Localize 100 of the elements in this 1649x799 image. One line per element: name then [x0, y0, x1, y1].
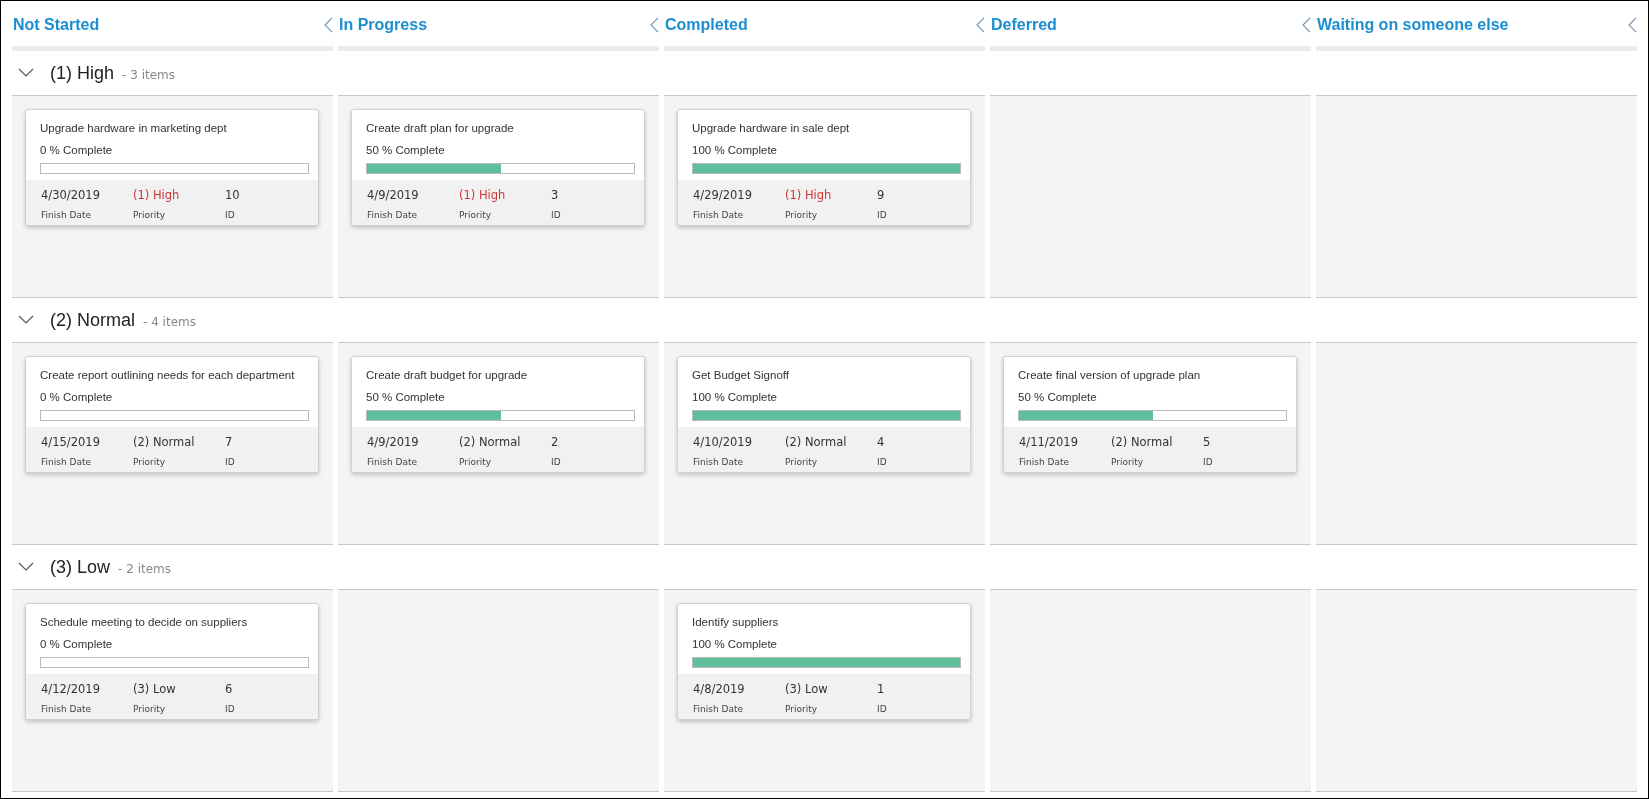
field-value: 4/11/2019	[1019, 435, 1079, 449]
group-toggle-button[interactable]	[18, 315, 34, 325]
field-value: (3) Low	[785, 682, 829, 696]
task-card[interactable]: Identify suppliers 100 % Complete 4/8/2019 (3) Low 1 Finish Date Priority ID	[677, 603, 971, 720]
field-label: Finish Date	[367, 457, 418, 467]
field-label: Priority	[459, 210, 493, 220]
group-title: (1) High	[50, 62, 115, 84]
field-value: 4/29/2019	[693, 188, 753, 202]
group-item-count: - 4 items	[143, 315, 196, 329]
collapse-column-button[interactable]	[1628, 16, 1637, 33]
field-value: (1) High	[459, 188, 507, 202]
field-value: 4/15/2019	[41, 435, 101, 449]
progress-label: 0 % Complete	[40, 144, 113, 156]
field-label: Finish Date	[1019, 457, 1070, 467]
field-label: ID	[551, 210, 562, 220]
group-toggle-button[interactable]	[18, 562, 34, 572]
field-value: (2) Normal	[459, 435, 522, 449]
progress-label: 0 % Complete	[40, 638, 113, 650]
field-label: ID	[877, 704, 888, 714]
field-label: ID	[551, 457, 562, 467]
field-label: Finish Date	[693, 210, 744, 220]
task-title: Get Budget Signoff	[692, 369, 789, 381]
progress-label: 100 % Complete	[692, 638, 778, 650]
task-card[interactable]: Create draft plan for upgrade 50 % Complete 4/9/2019 (1) High 3 Finish Date Priority ID	[351, 109, 645, 226]
field-value: 5	[1203, 435, 1212, 449]
field-label: Priority	[133, 704, 167, 714]
field-value: 4/12/2019	[41, 682, 101, 696]
field-value: 3	[551, 188, 560, 202]
column-title: Deferred	[990, 15, 1057, 34]
field-label: Finish Date	[367, 210, 418, 220]
field-label: ID	[225, 704, 236, 714]
group-title: (3) Low	[50, 556, 111, 578]
field-label: Finish Date	[41, 457, 92, 467]
task-card[interactable]: Schedule meeting to decide on suppliers 0 % Complete 4/12/2019 (3) Low 6 Finish Date Priority ID	[25, 603, 319, 720]
field-value: 4/30/2019	[41, 188, 101, 202]
collapse-column-button[interactable]	[324, 16, 333, 33]
progress-label: 50 % Complete	[366, 391, 445, 403]
task-title: Schedule meeting to decide on suppliers	[40, 616, 248, 628]
progress-label: 100 % Complete	[692, 391, 778, 403]
field-label: Priority	[785, 210, 819, 220]
task-card[interactable]: Get Budget Signoff 100 % Complete 4/10/2019 (2) Normal 4 Finish Date Priority ID	[677, 356, 971, 473]
task-title: Create draft plan for upgrade	[366, 122, 514, 134]
field-label: Priority	[133, 457, 167, 467]
task-title: Upgrade hardware in sale dept	[692, 122, 850, 134]
task-title: Identify suppliers	[692, 616, 779, 628]
field-value: (3) Low	[133, 682, 177, 696]
column-title: Completed	[664, 15, 748, 34]
field-label: ID	[225, 210, 236, 220]
group-item-count: - 3 items	[122, 68, 175, 82]
task-title: Create draft budget for upgrade	[366, 369, 528, 381]
field-value: (1) High	[785, 188, 833, 202]
task-title: Upgrade hardware in marketing dept	[40, 122, 227, 134]
field-value: 4/8/2019	[693, 682, 746, 696]
field-label: Priority	[1111, 457, 1145, 467]
task-card[interactable]: Upgrade hardware in sale dept 100 % Complete 4/29/2019 (1) High 9 Finish Date Priority ID	[677, 109, 971, 226]
task-title: Create report outlining needs for each department	[40, 369, 295, 381]
column-title: Waiting on someone else	[1316, 15, 1509, 34]
field-label: Finish Date	[41, 704, 92, 714]
field-label: Finish Date	[41, 210, 92, 220]
field-value: (2) Normal	[1111, 435, 1174, 449]
field-label: Finish Date	[693, 457, 744, 467]
field-value: 6	[225, 682, 234, 696]
field-value: (1) High	[133, 188, 181, 202]
field-label: Priority	[133, 210, 167, 220]
group-toggle-button[interactable]	[18, 68, 34, 78]
field-value: 4/10/2019	[693, 435, 753, 449]
group-item-count: - 2 items	[118, 562, 171, 576]
field-value: 2	[551, 435, 560, 449]
task-card[interactable]: Create draft budget for upgrade 50 % Complete 4/9/2019 (2) Normal 2 Finish Date Priority ID	[351, 356, 645, 473]
field-value: 4/9/2019	[367, 188, 420, 202]
field-label: Priority	[785, 457, 819, 467]
field-label: ID	[225, 457, 236, 467]
task-card[interactable]: Upgrade hardware in marketing dept 0 % Complete 4/30/2019 (1) High 10 Finish Date Priority ID	[25, 109, 319, 226]
field-value: (2) Normal	[785, 435, 848, 449]
field-value: 10	[225, 188, 241, 202]
progress-label: 50 % Complete	[1018, 391, 1097, 403]
field-label: Priority	[459, 457, 493, 467]
progress-label: 100 % Complete	[692, 144, 778, 156]
column-title: In Progress	[338, 15, 428, 34]
task-card[interactable]: Create report outlining needs for each department 0 % Complete 4/15/2019 (2) Normal 7 Finish Date Priority ID	[25, 356, 319, 473]
progress-label: 0 % Complete	[40, 391, 113, 403]
group-title: (2) Normal	[50, 309, 135, 331]
field-value: 9	[877, 188, 886, 202]
field-value: 4	[877, 435, 886, 449]
task-title: Create final version of upgrade plan	[1018, 369, 1201, 381]
collapse-column-button[interactable]	[650, 16, 659, 33]
collapse-column-button[interactable]	[976, 16, 985, 33]
field-label: Finish Date	[693, 704, 744, 714]
field-value: 1	[877, 682, 886, 696]
progress-label: 50 % Complete	[366, 144, 445, 156]
field-label: Priority	[785, 704, 819, 714]
column-title: Not Started	[12, 15, 100, 34]
field-label: ID	[1203, 457, 1214, 467]
field-value: 4/9/2019	[367, 435, 420, 449]
collapse-column-button[interactable]	[1302, 16, 1311, 33]
field-label: ID	[877, 210, 888, 220]
field-value: 7	[225, 435, 234, 449]
field-label: ID	[877, 457, 888, 467]
task-card[interactable]: Create final version of upgrade plan 50 % Complete 4/11/2019 (2) Normal 5 Finish Date Priority ID	[1003, 356, 1297, 473]
field-value: (2) Normal	[133, 435, 196, 449]
